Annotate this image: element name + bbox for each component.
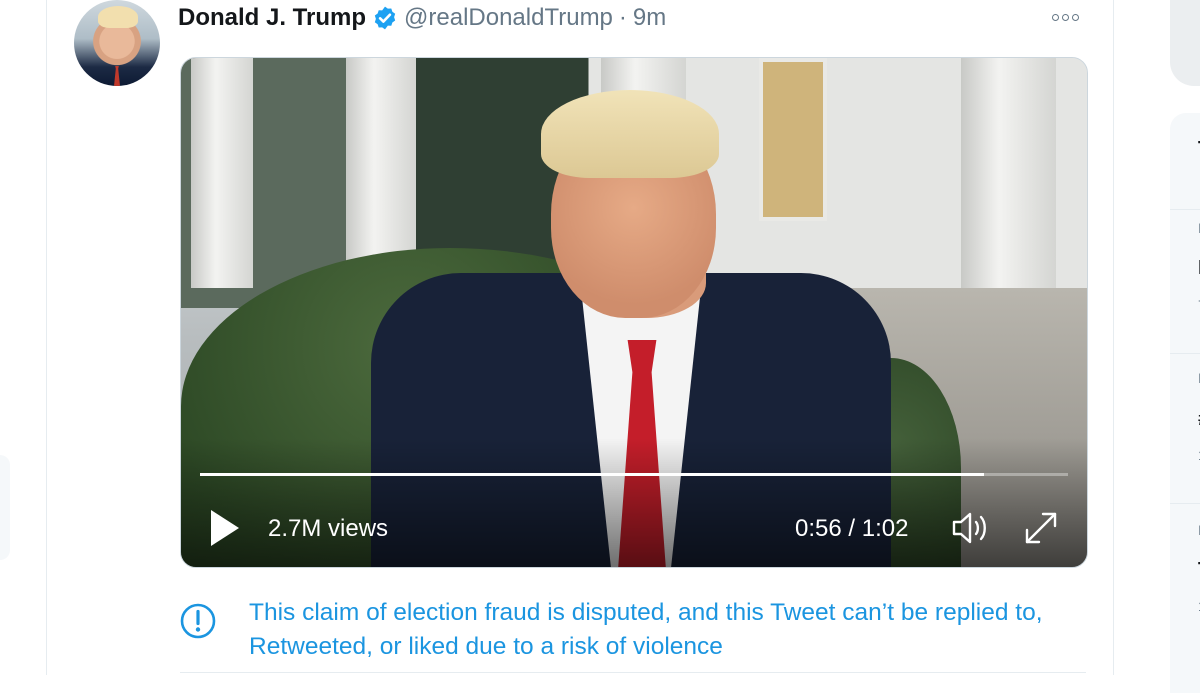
video-timecode: 0:56 / 1:02 — [795, 515, 909, 542]
avatar[interactable] — [74, 0, 160, 86]
play-icon[interactable] — [211, 510, 239, 546]
trends-panel-edge: T I I 7 I # 1 I T 1 — [1170, 113, 1200, 693]
sidebar-stub — [0, 455, 10, 560]
info-icon — [180, 603, 216, 639]
author-handle[interactable]: @realDonaldTrump — [404, 4, 613, 32]
tweet-timestamp[interactable]: 9m — [633, 4, 666, 32]
tweet-header: Donald J. Trump @realDonaldTrump · 9m — [178, 2, 666, 34]
separator-dot: · — [618, 4, 627, 31]
speaker-hair — [541, 90, 719, 178]
column — [191, 58, 253, 288]
controls-scrim — [181, 438, 1087, 567]
more-icon[interactable] — [1052, 10, 1086, 24]
video-player[interactable]: 2.7M views 0:56 / 1:02 — [180, 57, 1088, 568]
search-box-edge[interactable] — [1170, 0, 1200, 86]
left-sidebar-edge — [0, 0, 47, 675]
volume-icon[interactable] — [951, 510, 993, 546]
verified-badge-icon — [374, 6, 396, 30]
video-progress-bar[interactable] — [200, 473, 1068, 476]
notice-text[interactable]: This claim of election fraud is disputed… — [249, 596, 1069, 664]
video-progress-fill — [200, 473, 984, 476]
right-column-edge: T I I 7 I # 1 I T 1 — [1113, 0, 1200, 693]
column — [961, 58, 1056, 308]
disputed-claim-notice: This claim of election fraud is disputed… — [180, 596, 1086, 666]
view-count: 2.7M views — [268, 515, 389, 542]
fullscreen-icon[interactable] — [1023, 510, 1059, 546]
window — [759, 58, 827, 221]
author-name[interactable]: Donald J. Trump — [178, 4, 366, 32]
divider — [180, 672, 1086, 673]
